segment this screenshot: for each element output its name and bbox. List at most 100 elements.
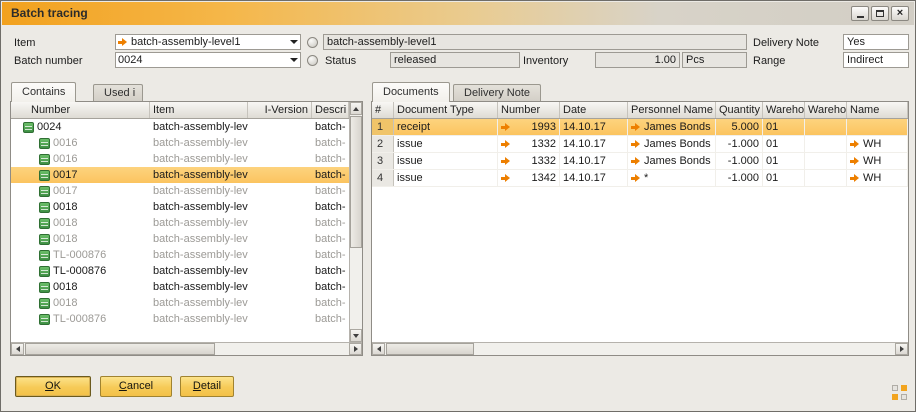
documents-horizontal-scrollbar[interactable]	[372, 342, 908, 355]
contains-row[interactable]: 0018batch-assembly-level2batch-	[11, 215, 349, 231]
warehouse-cell: 01	[763, 170, 805, 186]
link-arrow-icon[interactable]	[501, 123, 511, 132]
delivery-note-label: Delivery Note	[753, 37, 819, 49]
item-combo-dropdown-button[interactable]	[287, 35, 300, 49]
batch-icon	[39, 234, 50, 245]
personnel-cell: James Bonds	[628, 136, 716, 152]
contains-row[interactable]: 0018batch-assembly-level2batch-	[11, 231, 349, 247]
date-cell: 14.10.17	[560, 136, 628, 152]
titlebar[interactable]: Batch tracing ×	[2, 2, 914, 25]
batch-number-combo[interactable]: 0024	[115, 52, 301, 68]
contains-row[interactable]: 0016batch-assembly-level2batch-	[11, 151, 349, 167]
description-cell: batch-	[312, 231, 349, 247]
batch-icon	[39, 314, 50, 325]
documents-column-header: #	[372, 102, 394, 118]
contains-row[interactable]: 0018batch-assembly-level2batch-	[11, 279, 349, 295]
documents-row[interactable]: 3issue133214.10.17James Bonds-1.00001WH	[372, 153, 908, 170]
contains-row[interactable]: 0017batch-assembly-level2batch-	[11, 167, 349, 183]
tab-delivery-note[interactable]: Delivery Note	[453, 84, 541, 101]
scroll-left-button[interactable]	[11, 343, 24, 355]
contains-column-header: I-Version	[248, 102, 312, 118]
vertical-scrollbar-thumb[interactable]	[350, 116, 362, 248]
scroll-left-button[interactable]	[372, 343, 385, 355]
personnel-cell: James Bonds	[628, 119, 716, 135]
batch-expand-icon[interactable]	[307, 55, 318, 66]
contains-row[interactable]: 0016batch-assembly-level2batch-	[11, 135, 349, 151]
batch-icon	[39, 154, 50, 165]
warehouse2-cell	[805, 119, 847, 135]
item-cell: batch-assembly-level2	[150, 167, 248, 183]
range-field[interactable]: Indirect	[843, 52, 909, 68]
scroll-right-button[interactable]	[895, 343, 908, 355]
link-arrow-icon[interactable]	[850, 157, 860, 166]
cancel-button[interactable]: Cancel	[100, 376, 172, 397]
range-label: Range	[753, 55, 785, 67]
item-combo[interactable]: batch-assembly-level1	[115, 34, 301, 50]
batch-icon	[39, 282, 50, 293]
documents-column-header: Number	[498, 102, 560, 118]
link-arrow-icon[interactable]	[631, 123, 641, 132]
i-version-cell	[248, 167, 312, 183]
contains-vertical-scrollbar[interactable]	[349, 102, 362, 342]
num-cell: 2	[372, 136, 394, 152]
batch-icon	[39, 266, 50, 277]
doc-type-cell: issue	[394, 153, 498, 169]
documents-row[interactable]: 4issue134214.10.17*-1.00001WH	[372, 170, 908, 187]
delivery-note-field[interactable]: Yes	[843, 34, 909, 50]
link-arrow-icon[interactable]	[501, 174, 511, 183]
contains-row[interactable]: TL-000876batch-assembly-level2batch-	[11, 247, 349, 263]
warehouse-cell: 01	[763, 136, 805, 152]
contains-column-header: Item	[150, 102, 248, 118]
batch-number-combo-dropdown-button[interactable]	[287, 53, 300, 67]
documents-row[interactable]: 1receipt199314.10.17James Bonds5.00001	[372, 119, 908, 136]
scroll-down-button[interactable]	[350, 329, 362, 342]
link-arrow-icon[interactable]	[501, 140, 511, 149]
contains-row[interactable]: 0017batch-assembly-level2batch-	[11, 183, 349, 199]
scroll-up-button[interactable]	[350, 102, 362, 115]
i-version-cell	[248, 311, 312, 327]
contains-horizontal-scrollbar[interactable]	[11, 342, 362, 355]
close-button[interactable]: ×	[891, 6, 909, 21]
horizontal-scrollbar-thumb[interactable]	[25, 343, 215, 355]
link-arrow-icon[interactable]	[631, 140, 641, 149]
num-cell: 1	[372, 119, 394, 135]
contains-row[interactable]: TL-000876batch-assembly-level2batch-	[11, 263, 349, 279]
contains-row[interactable]: 0024batch-assembly-level1batch-	[11, 119, 349, 135]
link-arrow-icon[interactable]	[631, 174, 641, 183]
contains-row[interactable]: TL-000876batch-assembly-level2batch-	[11, 311, 349, 327]
contains-row[interactable]: 0018batch-assembly-level2batch-	[11, 295, 349, 311]
documents-row[interactable]: 2issue133214.10.17James Bonds-1.00001WH	[372, 136, 908, 153]
detail-button[interactable]: Detail	[180, 376, 234, 397]
doc-type-cell: issue	[394, 136, 498, 152]
contains-row[interactable]: 0018batch-assembly-level2batch-	[11, 199, 349, 215]
batch-number-cell: 0017	[11, 183, 150, 199]
date-cell: 14.10.17	[560, 119, 628, 135]
warehouse-name-cell: WH	[847, 153, 908, 169]
documents-column-header: Date	[560, 102, 628, 118]
tab-contains[interactable]: Contains	[11, 82, 76, 102]
batch-number-cell: 0018	[11, 279, 150, 295]
ok-button[interactable]: OK	[15, 376, 91, 397]
maximize-button[interactable]	[871, 6, 889, 21]
chevron-down-icon	[290, 58, 298, 62]
link-arrow-icon[interactable]	[631, 157, 641, 166]
batch-number-cell: 0018	[11, 199, 150, 215]
link-arrow-icon[interactable]	[850, 174, 860, 183]
minimize-button[interactable]	[851, 6, 869, 21]
link-arrow-icon[interactable]	[850, 140, 860, 149]
i-version-cell	[248, 135, 312, 151]
horizontal-scrollbar-thumb[interactable]	[386, 343, 474, 355]
description-cell: batch-	[312, 263, 349, 279]
warehouse-name-cell	[847, 119, 908, 135]
tab-used-in[interactable]: Used i	[93, 84, 143, 101]
batch-icon	[23, 122, 34, 133]
grip-square	[892, 394, 898, 400]
link-arrow-icon[interactable]	[501, 157, 511, 166]
documents-column-header: Personnel Name	[628, 102, 716, 118]
tab-documents[interactable]: Documents	[372, 82, 450, 102]
form-resize-grip-icon[interactable]	[892, 385, 907, 400]
scroll-right-button[interactable]	[349, 343, 362, 355]
description-cell: batch-	[312, 311, 349, 327]
item-expand-icon[interactable]	[307, 37, 318, 48]
link-arrow-icon[interactable]	[118, 38, 128, 47]
